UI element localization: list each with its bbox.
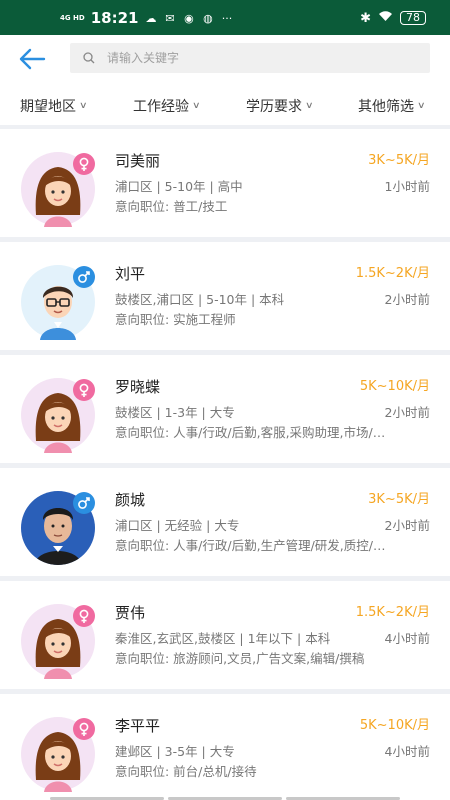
expected-salary: 3K~5K/月 [368, 153, 430, 168]
post-time: 1小时前 [384, 179, 430, 194]
intended-position: 意向职位: 人事/行政/后勤,生产管理/研发,质控/… [115, 538, 386, 553]
candidate-card[interactable]: 罗晓蝶 5K~10K/月 鼓楼区 | 1-3年 | 大专 2小时前 意向职位: … [0, 355, 450, 463]
female-badge-icon [73, 605, 95, 631]
bluetooth-icon: ✱ [360, 10, 371, 26]
post-time: 2小时前 [384, 518, 430, 533]
candidate-meta: 建邺区 | 3-5年 | 大专 [115, 744, 235, 759]
search-input[interactable] [107, 51, 407, 65]
candidate-card[interactable]: 贾伟 1.5K~2K/月 秦淮区,玄武区,鼓楼区 | 1年以下 | 本科 4小时… [0, 581, 450, 689]
filter-bar: 期望地区 ∨ 工作经验 ∨ 学历要求 ∨ 其他筛选 ∨ [0, 85, 450, 125]
post-time: 4小时前 [384, 744, 430, 759]
intended-position: 意向职位: 普工/技工 [115, 199, 228, 214]
filter-label: 期望地区 [20, 99, 76, 115]
candidate-name: 罗晓蝶 [115, 378, 161, 396]
candidate-card[interactable]: 司美丽 3K~5K/月 浦口区 | 5-10年 | 高中 1小时前 意向职位: … [0, 129, 450, 237]
expected-salary: 5K~10K/月 [359, 379, 430, 394]
filter-other[interactable]: 其他筛选 ∨ [358, 96, 426, 116]
candidate-meta: 鼓楼区,浦口区 | 5-10年 | 本科 [115, 292, 285, 307]
female-badge-icon [73, 153, 95, 179]
wifi-icon [378, 10, 393, 26]
search-icon [83, 49, 95, 68]
mail-icon: ✉ [165, 11, 175, 25]
post-time: 2小时前 [384, 405, 430, 420]
chevron-down-icon: ∨ [192, 101, 201, 111]
app-notification-icon-2: ◍ [203, 11, 213, 25]
candidate-meta: 浦口区 | 无经验 | 大专 [115, 518, 240, 533]
post-time: 4小时前 [384, 631, 430, 646]
cloud-icon: ☁ [145, 11, 157, 25]
candidate-card[interactable]: 李平平 5K~10K/月 建邺区 | 3-5年 | 大专 4小时前 意向职位: … [0, 694, 450, 800]
chevron-down-icon: ∨ [79, 101, 88, 111]
filter-label: 工作经验 [133, 99, 189, 115]
expected-salary: 5K~10K/月 [359, 718, 430, 733]
candidate-card[interactable]: 刘平 1.5K~2K/月 鼓楼区,浦口区 | 5-10年 | 本科 2小时前 意… [0, 242, 450, 350]
filter-region[interactable]: 期望地区 ∨ [20, 96, 88, 116]
candidate-meta: 浦口区 | 5-10年 | 高中 [115, 179, 243, 194]
search-box[interactable] [70, 43, 430, 73]
candidate-name: 颜城 [115, 491, 146, 509]
male-badge-icon [73, 266, 95, 292]
battery-indicator: 78 [400, 11, 426, 25]
status-time: 18:21 [90, 9, 139, 27]
candidate-list: 司美丽 3K~5K/月 浦口区 | 5-10年 | 高中 1小时前 意向职位: … [0, 129, 450, 800]
candidate-card[interactable]: 颜城 3K~5K/月 浦口区 | 无经验 | 大专 2小时前 意向职位: 人事/… [0, 468, 450, 576]
chevron-down-icon: ∨ [305, 101, 314, 111]
status-bar: 4G HD 18:21 ☁ ✉ ◉ ◍ ··· ✱ 78 [0, 0, 450, 35]
post-time: 2小时前 [384, 292, 430, 307]
filter-label: 其他筛选 [358, 99, 414, 115]
candidate-name: 司美丽 [115, 152, 161, 170]
chevron-down-icon: ∨ [417, 101, 426, 111]
expected-salary: 1.5K~2K/月 [355, 605, 430, 620]
candidate-name: 刘平 [115, 265, 146, 283]
intended-position: 意向职位: 旅游顾问,文员,广告文案,编辑/撰稿 [115, 651, 365, 666]
male-badge-icon [73, 492, 95, 518]
more-notifications-icon: ··· [221, 11, 233, 25]
expected-salary: 1.5K~2K/月 [355, 266, 430, 281]
expected-salary: 3K~5K/月 [368, 492, 430, 507]
female-badge-icon [73, 379, 95, 405]
app-notification-icon: ◉ [184, 11, 194, 25]
candidate-name: 李平平 [115, 717, 161, 735]
filter-experience[interactable]: 工作经验 ∨ [133, 96, 201, 116]
candidate-meta: 秦淮区,玄武区,鼓楼区 | 1年以下 | 本科 [115, 631, 331, 646]
intended-position: 意向职位: 实施工程师 [115, 312, 236, 327]
filter-label: 学历要求 [246, 99, 302, 115]
network-indicator: 4G HD [60, 14, 85, 22]
intended-position: 意向职位: 前台/总机/接待 [115, 764, 257, 779]
top-bar [0, 35, 450, 85]
filter-education[interactable]: 学历要求 ∨ [246, 96, 314, 116]
candidate-meta: 鼓楼区 | 1-3年 | 大专 [115, 405, 235, 420]
back-arrow-icon[interactable] [16, 45, 48, 73]
intended-position: 意向职位: 人事/行政/后勤,客服,采购助理,市场/… [115, 425, 386, 440]
female-badge-icon [73, 718, 95, 744]
candidate-name: 贾伟 [115, 604, 146, 622]
